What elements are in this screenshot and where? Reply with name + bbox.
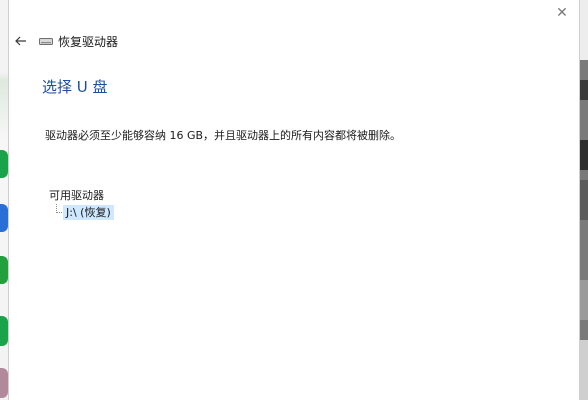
background-app-icon <box>0 368 8 398</box>
drive-item-j[interactable]: J:\ (恢复) <box>63 205 114 220</box>
drive-icon <box>39 37 53 45</box>
page-description: 驱动器必须至少能够容纳 16 GB，并且驱动器上的所有内容都将被删除。 <box>45 129 402 142</box>
background-app-icon <box>0 204 8 232</box>
back-arrow-icon <box>15 36 26 46</box>
available-drives-label: 可用驱动器 <box>49 189 104 202</box>
background-desktop-right <box>580 0 588 400</box>
drive-tree: 可用驱动器 J:\ (恢复) <box>49 188 114 220</box>
back-button[interactable] <box>14 33 28 47</box>
window-title: 恢复驱动器 <box>58 34 119 49</box>
page-title: 选择 U 盘 <box>42 78 108 96</box>
background-app-icon <box>0 256 8 284</box>
window-title-bar: 恢复驱动器 <box>39 33 118 49</box>
background-app-icon <box>0 150 8 178</box>
background-desktop-left <box>0 0 8 400</box>
background-app-icon <box>0 316 8 346</box>
recovery-drive-dialog: ✕ 恢复驱动器 选择 U 盘 驱动器必须至少能够容纳 16 GB，并且驱动器上的… <box>8 0 580 400</box>
close-button[interactable]: ✕ <box>555 6 569 20</box>
close-icon: ✕ <box>556 5 568 21</box>
